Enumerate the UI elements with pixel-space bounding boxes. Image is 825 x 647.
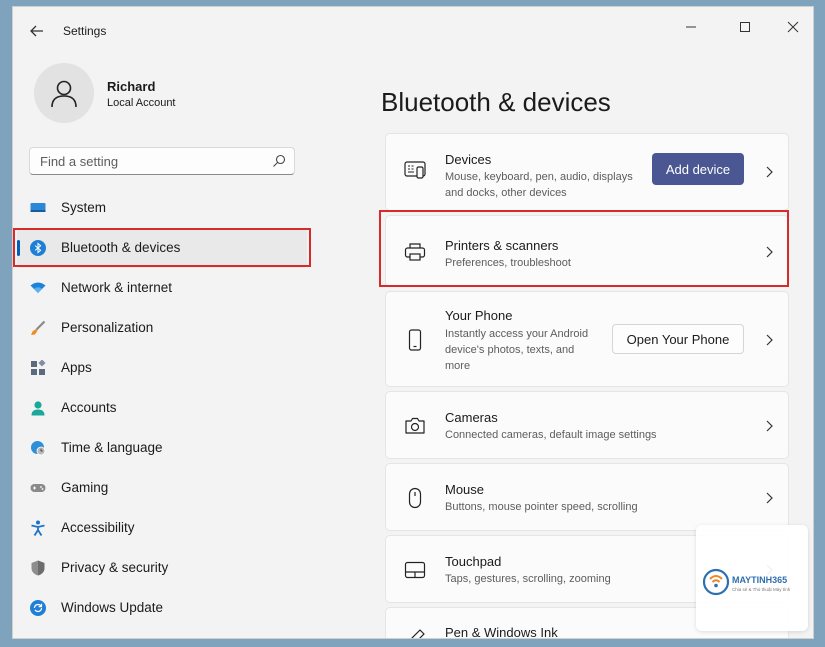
brush-icon bbox=[31, 320, 46, 335]
sidebar-item-bluetooth-devices[interactable]: Bluetooth & devices bbox=[17, 228, 307, 268]
sidebar-item-accounts[interactable]: Accounts bbox=[13, 388, 313, 428]
sidebar-item-windows-update[interactable]: Windows Update bbox=[13, 588, 313, 628]
sidebar-item-label: Apps bbox=[61, 360, 92, 375]
wifi-icon bbox=[30, 282, 46, 293]
sidebar-item-label: Time & language bbox=[61, 440, 163, 455]
card-subtitle: Mouse, keyboard, pen, audio, displays an… bbox=[445, 171, 633, 199]
card-printers-scanners[interactable]: Printers & scanners Preferences, trouble… bbox=[385, 215, 789, 287]
sidebar-item-label: Accessibility bbox=[61, 520, 135, 535]
add-device-button[interactable]: Add device bbox=[652, 153, 744, 185]
touchpad-icon bbox=[404, 561, 426, 579]
sidebar-item-label: Privacy & security bbox=[61, 560, 169, 575]
devices-icon bbox=[404, 161, 426, 179]
sidebar-item-gaming[interactable]: Gaming bbox=[13, 468, 313, 508]
close-button[interactable] bbox=[773, 13, 813, 41]
maximize-button[interactable] bbox=[725, 13, 765, 41]
app-title: Settings bbox=[63, 24, 107, 38]
printer-icon bbox=[404, 243, 426, 261]
sidebar-item-privacy-security[interactable]: Privacy & security bbox=[13, 548, 313, 588]
back-button[interactable] bbox=[27, 21, 47, 41]
phone-icon bbox=[408, 329, 422, 351]
sidebar-item-system[interactable]: System bbox=[13, 188, 313, 228]
watermark: MAYTINH365 Chia sẻ & Thủ thuật Máy tính bbox=[696, 525, 808, 631]
close-icon bbox=[787, 21, 799, 33]
sidebar-item-network-internet[interactable]: Network & internet bbox=[13, 268, 313, 308]
active-indicator bbox=[17, 240, 20, 256]
shield-icon bbox=[31, 560, 45, 576]
sidebar-item-label: Network & internet bbox=[61, 280, 173, 295]
sidebar-item-label: Gaming bbox=[61, 480, 109, 495]
clock-globe-icon bbox=[31, 441, 46, 456]
mouse-icon bbox=[408, 487, 422, 509]
gamepad-icon bbox=[30, 484, 46, 492]
watermark-brand: MAYTINH365 bbox=[732, 575, 788, 585]
avatar[interactable] bbox=[34, 63, 94, 123]
card-subtitle: Preferences, troubleshoot bbox=[445, 257, 571, 269]
chevron-right-icon bbox=[766, 166, 773, 178]
search-icon[interactable] bbox=[272, 154, 286, 168]
sidebar-item-label: Windows Update bbox=[61, 600, 164, 615]
card-title: Touchpad bbox=[445, 554, 502, 569]
card-title: Pen & Windows Ink bbox=[445, 625, 558, 638]
person-icon bbox=[31, 401, 45, 416]
sidebar-item-time-language[interactable]: Time & language bbox=[13, 428, 313, 468]
card-title: Your Phone bbox=[445, 308, 513, 323]
card-devices[interactable]: Devices Mouse, keyboard, pen, audio, dis… bbox=[385, 133, 789, 211]
sidebar-item-label: Personalization bbox=[61, 320, 154, 335]
user-name: Richard bbox=[107, 79, 156, 94]
card-your-phone[interactable]: Your Phone Instantly access your Android… bbox=[385, 291, 789, 387]
watermark-tagline: Chia sẻ & Thủ thuật Máy tính bbox=[732, 587, 791, 592]
card-subtitle: Instantly access your Android device's p… bbox=[445, 328, 589, 372]
open-your-phone-button[interactable]: Open Your Phone bbox=[612, 324, 744, 354]
back-arrow-icon bbox=[30, 25, 43, 37]
chevron-right-icon bbox=[766, 334, 773, 346]
minimize-button[interactable] bbox=[671, 13, 711, 41]
sidebar-item-personalization[interactable]: Personalization bbox=[13, 308, 313, 348]
sidebar-item-accessibility[interactable]: Accessibility bbox=[13, 508, 313, 548]
card-title: Cameras bbox=[445, 410, 498, 425]
account-type: Local Account bbox=[107, 97, 176, 109]
monitor-icon bbox=[30, 203, 46, 212]
card-title: Mouse bbox=[445, 482, 485, 497]
search-box[interactable] bbox=[29, 147, 295, 175]
maximize-icon bbox=[740, 22, 750, 32]
card-subtitle: Buttons, mouse pointer speed, scrolling bbox=[445, 501, 638, 513]
person-avatar-icon bbox=[51, 80, 77, 108]
page-title: Bluetooth & devices bbox=[381, 87, 611, 117]
chevron-right-icon bbox=[766, 246, 773, 258]
sidebar-item-label: Accounts bbox=[61, 400, 117, 415]
card-mouse[interactable]: Mouse Buttons, mouse pointer speed, scro… bbox=[385, 463, 789, 531]
chevron-right-icon bbox=[766, 492, 773, 504]
sidebar-item-apps[interactable]: Apps bbox=[13, 348, 313, 388]
search-input[interactable] bbox=[40, 153, 260, 169]
settings-window: Settings Richard Local Account System Bl… bbox=[12, 6, 814, 639]
bluetooth-icon bbox=[30, 240, 46, 256]
camera-icon bbox=[405, 417, 425, 434]
card-subtitle: Connected cameras, default image setting… bbox=[445, 429, 657, 441]
card-title: Printers & scanners bbox=[445, 238, 559, 253]
watermark-logo-icon bbox=[702, 568, 730, 596]
sidebar-item-label: Bluetooth & devices bbox=[61, 240, 181, 255]
sidebar-nav: System Bluetooth & devices Network & int… bbox=[13, 188, 313, 628]
sidebar-item-label: System bbox=[61, 200, 107, 215]
minimize-icon bbox=[686, 26, 696, 28]
apps-icon bbox=[31, 360, 46, 375]
card-title: Devices bbox=[445, 152, 492, 167]
accessibility-icon bbox=[31, 520, 45, 536]
title-bar: Settings bbox=[13, 7, 813, 53]
pen-icon bbox=[411, 629, 425, 638]
chevron-right-icon bbox=[766, 420, 773, 432]
card-cameras[interactable]: Cameras Connected cameras, default image… bbox=[385, 391, 789, 459]
update-icon bbox=[30, 600, 46, 616]
